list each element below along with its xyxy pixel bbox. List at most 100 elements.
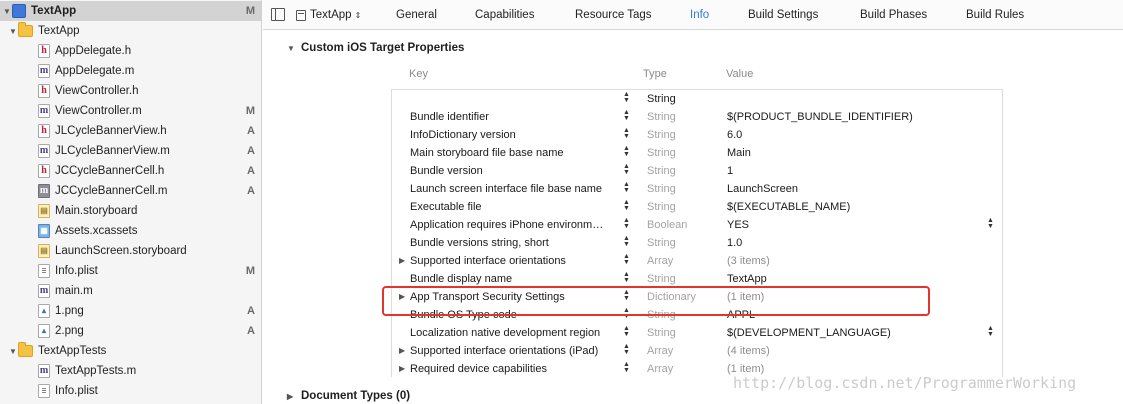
navigator-item[interactable]: m ViewController.m M [0, 101, 261, 121]
navigator-item[interactable]: m JLCycleBannerView.m A [0, 141, 261, 161]
row-type[interactable]: String [647, 324, 676, 342]
tab-build-settings[interactable]: Build Settings [748, 0, 818, 30]
disclosure-triangle-icon[interactable]: ▼ [2, 1, 12, 21]
tab-build-phases[interactable]: Build Phases [860, 0, 927, 30]
disclosure-triangle-icon[interactable]: ▶ [399, 342, 405, 360]
navigator-item[interactable]: h AppDelegate.h [0, 41, 261, 61]
row-key[interactable]: Executable file [410, 198, 618, 216]
navigator-item[interactable]: ▼ TextApp M [0, 1, 261, 21]
column-header-value[interactable]: Value [726, 68, 753, 80]
row-value[interactable]: (3 items) [727, 252, 770, 270]
row-key[interactable]: Bundle version [410, 162, 618, 180]
navigator-item[interactable]: m TextAppTests.m [0, 361, 261, 381]
key-popup-stepper-icon[interactable]: ▲ ▼ [622, 343, 631, 358]
table-row[interactable]: Launch screen interface file base name ▲ ▼… [392, 180, 1002, 198]
table-row[interactable]: Application requires iPhone environm… ▲ ▼ B… [392, 216, 1002, 234]
row-key[interactable]: Localization native development region [410, 324, 618, 342]
row-value[interactable]: (4 items) [727, 342, 770, 360]
navigator-item[interactable]: h JCCycleBannerCell.h A [0, 161, 261, 181]
table-row[interactable]: Main storyboard file base name ▲ ▼ String Ma… [392, 144, 1002, 162]
disclosure-triangle-open-icon[interactable]: ▼ [287, 44, 295, 53]
navigator-item[interactable]: h ViewController.h [0, 81, 261, 101]
row-key[interactable]: Main storyboard file base name [410, 144, 618, 162]
row-key[interactable]: Supported interface orientations [410, 252, 618, 270]
tab-resource-tags[interactable]: Resource Tags [575, 0, 652, 30]
row-key[interactable]: Launch screen interface file base name [410, 180, 618, 198]
table-row[interactable]: Bundle identifier ▲ ▼ String $(PRODUCT_BUNDL… [392, 108, 1002, 126]
navigator-item[interactable]: ▼ TextAppTests [0, 341, 261, 361]
row-value[interactable]: $(DEVELOPMENT_LANGUAGE) [727, 324, 891, 342]
row-value[interactable]: YES [727, 216, 749, 234]
navigator-item[interactable]: m main.m [0, 281, 261, 301]
key-popup-stepper-icon[interactable]: ▲ ▼ [622, 145, 631, 160]
key-popup-stepper-icon[interactable]: ▲ ▼ [622, 271, 631, 286]
disclosure-triangle-closed-icon[interactable]: ▶ [287, 392, 295, 401]
disclosure-triangle-icon[interactable]: ▶ [399, 360, 405, 378]
key-popup-stepper-icon[interactable]: ▲ ▼ [622, 217, 631, 232]
navigator-item[interactable]: ▤ Main.storyboard [0, 201, 261, 221]
row-value[interactable]: 1.0 [727, 234, 742, 252]
section-custom-properties-header[interactable]: ▼ Custom iOS Target Properties [287, 42, 464, 54]
key-popup-stepper-icon[interactable]: ▲ ▼ [622, 361, 631, 376]
key-popup-stepper-icon[interactable]: ▲ ▼ [622, 91, 631, 106]
row-type[interactable]: String [647, 234, 676, 252]
column-header-type[interactable]: Type [643, 68, 667, 80]
row-key[interactable]: Bundle identifier [410, 108, 618, 126]
table-row[interactable]: Executable file ▲ ▼ String $(EXECUTABLE_NAME… [392, 198, 1002, 216]
table-row[interactable]: ▶ Supported interface orientations ▲ ▼ Array… [392, 252, 1002, 270]
tab-build-rules[interactable]: Build Rules [966, 0, 1024, 30]
column-header-key[interactable]: Key [409, 68, 428, 80]
tab-capabilities[interactable]: Capabilities [475, 0, 534, 30]
tab-info[interactable]: Info [690, 0, 709, 30]
key-popup-stepper-icon[interactable]: ▲ ▼ [622, 163, 631, 178]
table-row[interactable]: ▲ ▼ String [392, 90, 1002, 108]
row-value[interactable]: 6.0 [727, 126, 742, 144]
row-key[interactable]: InfoDictionary version [410, 126, 618, 144]
row-value[interactable]: 1 [727, 162, 733, 180]
row-type[interactable]: String [647, 162, 676, 180]
row-key[interactable]: Bundle versions string, short [410, 234, 618, 252]
navigator-item[interactable]: ≡ Info.plist [0, 381, 261, 401]
sidebar-toggle-icon[interactable] [271, 8, 285, 21]
row-type[interactable]: Boolean [647, 216, 687, 234]
key-popup-stepper-icon[interactable]: ▲ ▼ [622, 127, 631, 142]
key-popup-stepper-icon[interactable]: ▲ ▼ [622, 109, 631, 124]
row-type[interactable]: String [647, 108, 676, 126]
value-popup-stepper-icon[interactable]: ▲ ▼ [986, 217, 995, 232]
table-row[interactable]: Localization native development region ▲ ▼… [392, 324, 1002, 342]
row-value[interactable]: $(EXECUTABLE_NAME) [727, 198, 850, 216]
value-popup-stepper-icon[interactable]: ▲ ▼ [986, 325, 995, 340]
row-key[interactable]: Supported interface orientations (iPad) [410, 342, 618, 360]
navigator-item[interactable]: ▤ LaunchScreen.storyboard [0, 241, 261, 261]
table-row[interactable]: InfoDictionary version ▲ ▼ String 6.0 [392, 126, 1002, 144]
navigator-item[interactable]: ▦ Assets.xcassets [0, 221, 261, 241]
row-value[interactable]: Main [727, 144, 751, 162]
disclosure-triangle-icon[interactable]: ▼ [8, 341, 18, 361]
target-selector[interactable]: TextApp ⇕ [296, 0, 361, 30]
key-popup-stepper-icon[interactable]: ▲ ▼ [622, 235, 631, 250]
navigator-item[interactable]: ▼ TextApp [0, 21, 261, 41]
navigator-item[interactable]: ▴ 1.png A [0, 301, 261, 321]
key-popup-stepper-icon[interactable]: ▲ ▼ [622, 199, 631, 214]
navigator-item[interactable]: h JLCycleBannerView.h A [0, 121, 261, 141]
tab-general[interactable]: General [396, 0, 437, 30]
row-type[interactable]: Array [647, 360, 673, 378]
table-row[interactable]: Bundle versions string, short ▲ ▼ String 1.0 [392, 234, 1002, 252]
row-value[interactable]: LaunchScreen [727, 180, 798, 198]
row-type[interactable]: String [647, 144, 676, 162]
navigator-item[interactable]: m AppDelegate.m [0, 61, 261, 81]
row-type[interactable]: String [647, 90, 676, 108]
disclosure-triangle-icon[interactable]: ▶ [399, 252, 405, 270]
row-type[interactable]: Array [647, 342, 673, 360]
section-document-types-header[interactable]: ▶ Document Types (0) [287, 390, 410, 402]
disclosure-triangle-icon[interactable]: ▼ [8, 21, 18, 41]
row-type[interactable]: String [647, 198, 676, 216]
row-value[interactable]: $(PRODUCT_BUNDLE_IDENTIFIER) [727, 108, 913, 126]
row-key[interactable]: Required device capabilities [410, 360, 618, 378]
key-popup-stepper-icon[interactable]: ▲ ▼ [622, 181, 631, 196]
row-type[interactable]: String [647, 126, 676, 144]
table-row[interactable]: Bundle version ▲ ▼ String 1 [392, 162, 1002, 180]
navigator-item[interactable]: m JCCycleBannerCell.m A [0, 181, 261, 201]
key-popup-stepper-icon[interactable]: ▲ ▼ [622, 253, 631, 268]
navigator-item[interactable]: ▴ 2.png A [0, 321, 261, 341]
